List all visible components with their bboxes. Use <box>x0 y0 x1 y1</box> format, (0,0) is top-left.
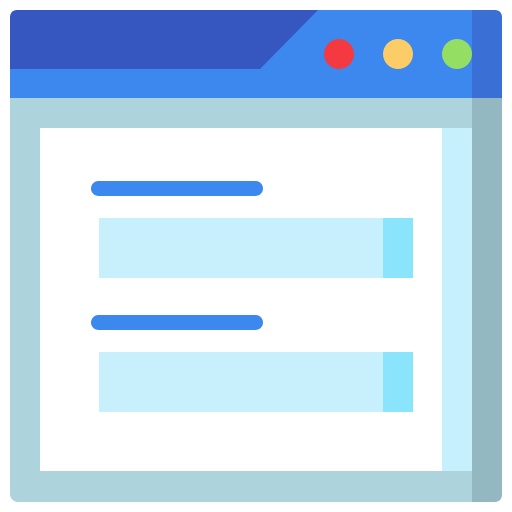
text-field-icon[interactable] <box>99 352 413 412</box>
minimize-dot-icon[interactable] <box>383 39 413 69</box>
label-bar-icon <box>91 181 263 196</box>
label-bar-icon <box>91 315 263 330</box>
text-field-accent <box>383 218 413 278</box>
browser-window-icon <box>10 10 502 502</box>
text-field-accent <box>383 352 413 412</box>
content-panel-edge <box>442 128 472 471</box>
close-dot-icon[interactable] <box>324 39 354 69</box>
text-field-icon[interactable] <box>99 218 413 278</box>
window-frame-shade <box>472 98 502 502</box>
content-panel <box>40 128 472 471</box>
maximize-dot-icon[interactable] <box>442 39 472 69</box>
title-bar-edge <box>472 10 502 98</box>
browser-window-illustration <box>0 0 512 512</box>
